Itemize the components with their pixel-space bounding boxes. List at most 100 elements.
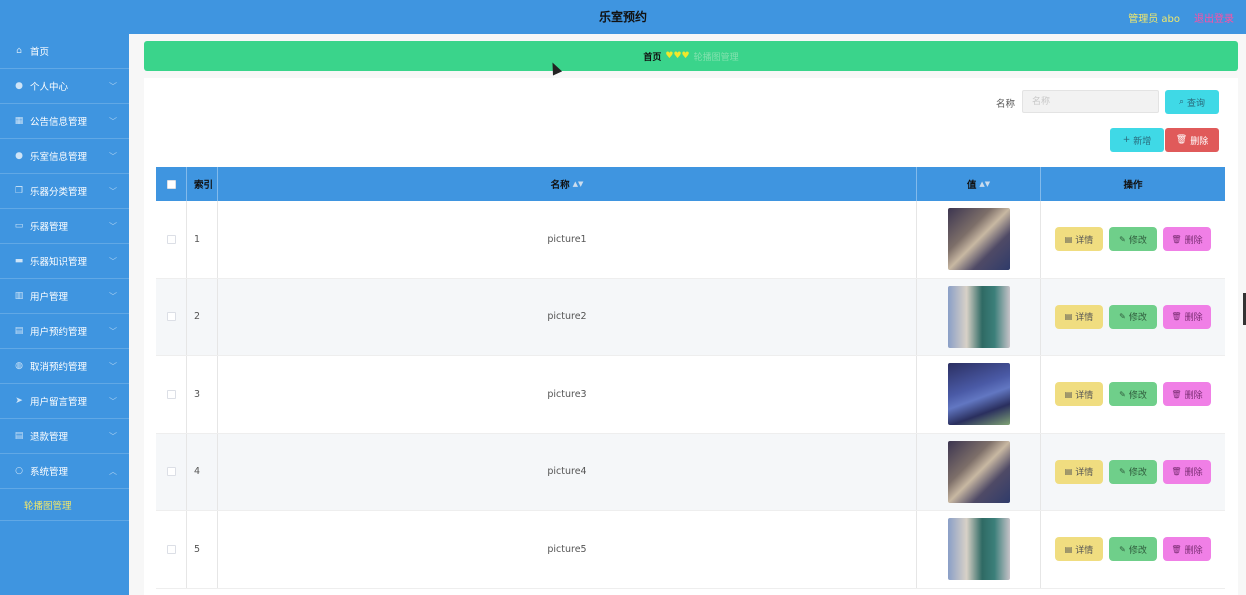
trash-icon: 🗑 xyxy=(1171,312,1182,322)
search-label: 名称 xyxy=(996,99,1016,110)
sidebar-item-1[interactable]: ● 个人中心 ﹀ xyxy=(0,69,129,104)
breadcrumb-home[interactable]: 首页 xyxy=(643,50,661,63)
add-button[interactable]: + 新增 xyxy=(1110,128,1164,152)
ops-cell: ▤ 详情 ✎ 修改 🗑 删除 xyxy=(1041,356,1225,433)
select-all-checkbox[interactable] xyxy=(166,179,176,189)
edit-button[interactable]: ✎ 修改 xyxy=(1109,304,1157,329)
edit-button[interactable]: ✎ 修改 xyxy=(1109,382,1157,407)
sort-icon[interactable]: ▲▼ xyxy=(979,180,990,188)
row-index: 5 xyxy=(194,543,201,555)
row-name: picture3 xyxy=(547,388,587,400)
row-checkbox[interactable] xyxy=(166,544,176,554)
search-icon: ⌕ xyxy=(1178,97,1185,107)
value-cell xyxy=(917,433,1041,510)
sort-icon[interactable]: ▲▼ xyxy=(573,180,584,188)
index-cell: 2 xyxy=(187,278,218,355)
header-value[interactable]: 值 ▲▼ xyxy=(917,167,1041,201)
ops-cell: ▤ 详情 ✎ 修改 🗑 删除 xyxy=(1041,201,1225,278)
header-name[interactable]: 名称 ▲▼ xyxy=(218,167,917,201)
delete-label: 删除 xyxy=(1184,468,1203,479)
sidebar-subitem-carousel[interactable]: 轮播图管理 xyxy=(0,489,129,521)
edit-button[interactable]: ✎ 修改 xyxy=(1109,459,1157,484)
document-icon: ▤ xyxy=(1064,312,1073,322)
row-name: picture1 xyxy=(547,233,587,245)
sidebar-item-6[interactable]: ▬ 乐器知识管理 ﹀ xyxy=(0,244,129,279)
chevron-down-icon: ﹀ xyxy=(109,82,117,91)
edit-icon: ✎ xyxy=(1119,312,1126,322)
detail-button[interactable]: ▤ 详情 xyxy=(1055,382,1103,407)
setting-icon: ○ xyxy=(15,466,23,476)
sidebar-item-9[interactable]: ◍ 取消预约管理 ﹀ xyxy=(0,349,129,384)
edit-label: 修改 xyxy=(1128,235,1147,246)
thumbnail-image[interactable] xyxy=(947,208,1010,271)
logout-link[interactable]: 退出登录 xyxy=(1194,10,1234,25)
delete-button-label: 删除 xyxy=(1190,136,1209,147)
sidebar-item-label: 取消预约管理 xyxy=(30,362,88,373)
row-index: 3 xyxy=(194,388,201,400)
table-header: 索引 名称 ▲▼ 值 ▲▼ 操作 xyxy=(156,167,1225,201)
plus-icon: + xyxy=(1122,135,1131,145)
trash-icon: 🗑 xyxy=(1171,234,1182,244)
thumbnail-image[interactable] xyxy=(947,518,1010,581)
breadcrumb: 首页 ♥♥♥ 轮播图管理 xyxy=(144,41,1238,71)
sidebar-item-0[interactable]: ⌂ 首页 xyxy=(0,34,129,69)
table-body: 1 picture1 ▤ 详情 ✎ 修改 🗑 删除 2 picture2 ▤ 详情 ✎ 修改 🗑 删除 3 pic… xyxy=(156,201,1225,589)
building-icon: ▥ xyxy=(14,291,24,301)
chevron-down-icon: ﹀ xyxy=(109,362,117,371)
sidebar-item-label: 乐器分类管理 xyxy=(30,187,88,198)
delete-button[interactable]: 🗑 删除 xyxy=(1163,537,1211,562)
delete-label: 删除 xyxy=(1184,313,1203,324)
row-checkbox[interactable] xyxy=(166,467,176,477)
delete-button[interactable]: 🗑 删除 xyxy=(1163,459,1211,484)
index-cell: 1 xyxy=(187,201,218,278)
chevron-up-icon: ︿ xyxy=(109,467,117,476)
search-input[interactable] xyxy=(1022,90,1159,113)
sidebar-item-7[interactable]: ▥ 用户管理 ﹀ xyxy=(0,279,129,314)
sidebar-item-label: 用户留言管理 xyxy=(30,397,88,408)
admin-user-label: 管理员 abo xyxy=(1128,14,1180,25)
detail-button[interactable]: ▤ 详情 xyxy=(1055,537,1103,562)
sidebar-item-3[interactable]: ● 乐室信息管理 ﹀ xyxy=(0,139,129,174)
thumbnail-image[interactable] xyxy=(947,440,1010,503)
table-row: 3 picture3 ▤ 详情 ✎ 修改 🗑 删除 xyxy=(156,356,1225,434)
sidebar-item-10[interactable]: ➤ 用户留言管理 ﹀ xyxy=(0,384,129,419)
sidebar-item-8[interactable]: ▤ 用户预约管理 ﹀ xyxy=(0,314,129,349)
delete-button[interactable]: 🗑 删除 xyxy=(1163,382,1211,407)
table-row: 5 picture5 ▤ 详情 ✎ 修改 🗑 删除 xyxy=(156,511,1225,589)
detail-button[interactable]: ▤ 详情 xyxy=(1055,227,1103,252)
thumbnail-image[interactable] xyxy=(947,285,1010,348)
row-select-cell xyxy=(156,278,187,355)
trash-icon: 🗑 xyxy=(1171,544,1182,554)
detail-button[interactable]: ▤ 详情 xyxy=(1055,304,1103,329)
edit-icon: ✎ xyxy=(1119,544,1126,554)
sidebar-item-12[interactable]: ○ 系统管理 ︿ xyxy=(0,454,129,489)
sidebar-item-4[interactable]: ❐ 乐器分类管理 ﹀ xyxy=(0,174,129,209)
row-checkbox[interactable] xyxy=(166,312,176,322)
sidebar-item-2[interactable]: ▦ 公告信息管理 ﹀ xyxy=(0,104,129,139)
batch-delete-button[interactable]: 🗑 删除 xyxy=(1165,128,1219,152)
edit-button[interactable]: ✎ 修改 xyxy=(1109,537,1157,562)
name-cell: picture2 xyxy=(218,278,917,355)
sidebar-item-label: 乐室信息管理 xyxy=(30,152,88,163)
edit-label: 修改 xyxy=(1128,468,1147,479)
chevron-down-icon: ﹀ xyxy=(109,327,117,336)
sidebar: ⌂ 首页 ● 个人中心 ﹀ ▦ 公告信息管理 ﹀ ● 乐室信息管理 ﹀ ❐ 乐器分类管理 ﹀ ▭ 乐器管理 ﹀ ▬… xyxy=(0,34,129,595)
delete-button[interactable]: 🗑 删除 xyxy=(1163,227,1211,252)
row-checkbox[interactable] xyxy=(166,234,176,244)
sidebar-item-label: 首页 xyxy=(30,47,50,58)
table-row: 4 picture4 ▤ 详情 ✎ 修改 🗑 删除 xyxy=(156,433,1225,511)
sidebar-item-11[interactable]: ▤ 退款管理 ﹀ xyxy=(0,419,129,454)
delete-button[interactable]: 🗑 删除 xyxy=(1163,304,1211,329)
row-checkbox[interactable] xyxy=(166,389,176,399)
detail-button[interactable]: ▤ 详情 xyxy=(1055,459,1103,484)
search-button-label: 查询 xyxy=(1187,98,1206,109)
header-ops: 操作 xyxy=(1041,167,1225,201)
detail-label: 详情 xyxy=(1075,468,1094,479)
document-icon: ▤ xyxy=(1064,544,1073,554)
header-ops-label: 操作 xyxy=(1123,180,1143,191)
sidebar-item-5[interactable]: ▭ 乐器管理 ﹀ xyxy=(0,209,129,244)
thumbnail-image[interactable] xyxy=(947,363,1010,426)
search-button[interactable]: ⌕ 查询 xyxy=(1165,90,1219,114)
calendar-icon: ▤ xyxy=(14,326,24,336)
edit-button[interactable]: ✎ 修改 xyxy=(1109,227,1157,252)
